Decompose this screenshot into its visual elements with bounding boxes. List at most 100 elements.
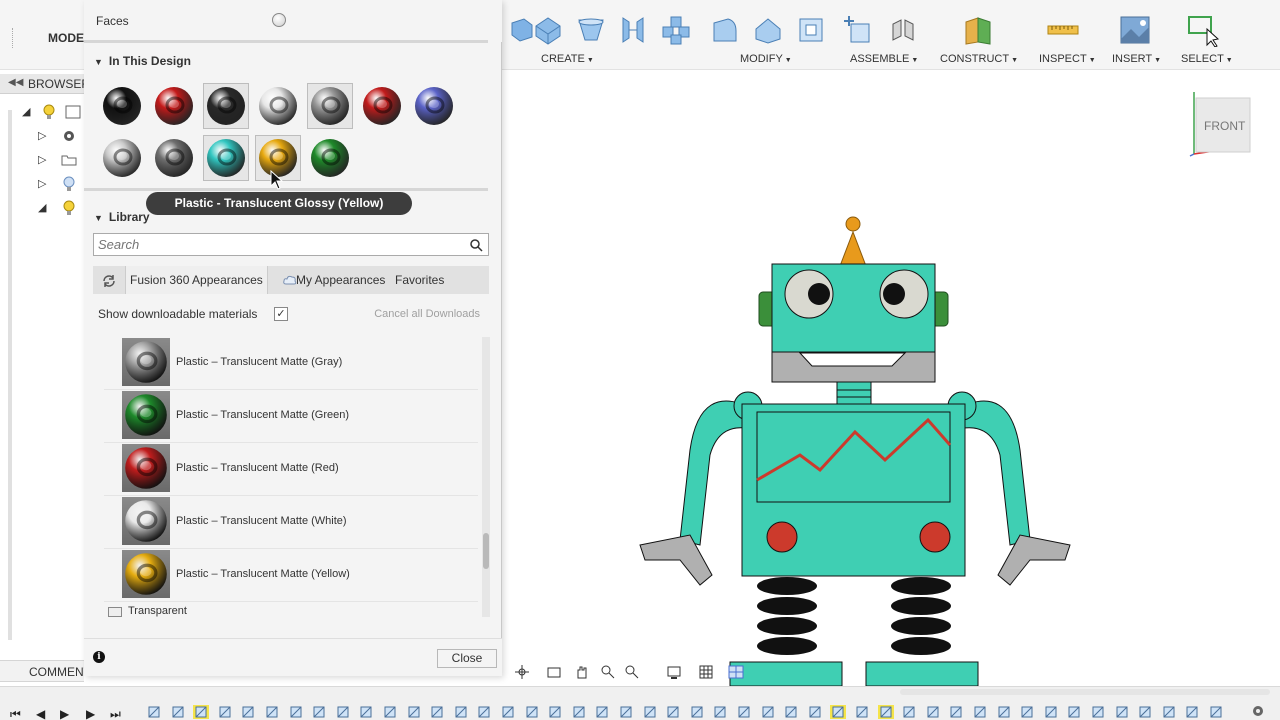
timeline-previous-button[interactable]: ◀ [36,707,45,720]
expand-triangle-icon[interactable]: ▷ [38,177,46,190]
timeline-feature-icon[interactable] [358,705,374,719]
3d-viewport[interactable] [502,70,1280,687]
timeline-feature-icon[interactable] [807,705,823,719]
create-sweep-icon[interactable] [573,12,609,48]
timeline-feature-icon[interactable] [712,705,728,719]
timeline-feature-icon[interactable] [311,705,327,719]
browser-node-bodies[interactable]: ◢ [20,198,84,218]
toolbar-grip[interactable] [12,28,14,48]
timeline-feature-icon[interactable] [996,705,1012,719]
timeline-next-button[interactable]: ▶ [86,707,95,720]
construct-menu[interactable]: CONSTRUCT ▼ [940,53,1018,65]
refresh-icon[interactable] [101,273,117,289]
create-loft-icon[interactable] [615,12,651,48]
material-list-item[interactable]: Plastic – Translucent Matte (Red) [104,443,478,496]
material-list-item[interactable]: Plastic – Translucent Matte (Gray) [104,337,478,390]
timeline-feature-icon[interactable] [1043,705,1059,719]
pan-icon[interactable] [574,664,590,680]
browser-node-document-settings[interactable]: ▷ [20,126,84,146]
swatch-green[interactable] [307,135,353,181]
timeline-feature-icon[interactable] [854,705,870,719]
viewports-icon[interactable] [728,664,744,680]
timeline-feature-icon[interactable] [594,705,610,719]
timeline-feature-icon[interactable] [760,705,776,719]
swatch-black-glossy[interactable] [99,83,145,129]
browser-root-node[interactable]: ◢ [20,102,84,122]
modify-fillet-icon[interactable] [707,12,743,48]
in-this-design-header[interactable]: ▼ In This Design [94,54,191,68]
timeline-feature-icon[interactable] [547,705,563,719]
timeline-feature-icon[interactable] [288,705,304,719]
collapse-browser-icon[interactable]: ◀◀ [8,77,23,88]
workspace-mode-label[interactable]: MODE [48,31,84,45]
timeline-feature-icon[interactable] [240,705,256,719]
assemble-joint-icon[interactable] [885,12,921,48]
browser-scrollbar[interactable] [8,110,12,640]
construct-plane-icon[interactable] [960,12,996,48]
material-list-item[interactable]: Plastic – Translucent Matte (Yellow) [104,549,478,602]
timeline-feature-icon[interactable] [665,705,681,719]
timeline-feature-icon[interactable] [453,705,469,719]
expand-triangle-icon[interactable]: ▷ [38,153,46,166]
timeline-feature-icon[interactable] [736,705,752,719]
scrollbar-thumb[interactable] [483,533,489,569]
orbit-icon[interactable] [514,664,530,680]
timeline-feature-icon[interactable] [1090,705,1106,719]
robot-model[interactable] [502,70,1280,687]
timeline-first-button[interactable]: ⏮ [10,707,21,720]
modify-menu[interactable]: MODIFY ▼ [740,53,792,65]
timeline-feature-icon[interactable] [1208,705,1224,719]
select-menu[interactable]: SELECT ▼ [1181,53,1233,65]
create-revolve-icon[interactable] [530,12,566,48]
search-icon[interactable] [469,238,483,252]
timeline-feature-icon[interactable] [476,705,492,719]
timeline-feature-icon[interactable] [925,705,941,719]
lightbulb-off-icon[interactable] [60,175,78,193]
expand-triangle-icon[interactable]: ▷ [38,129,46,142]
look-at-icon[interactable] [546,664,562,680]
show-downloadable-checkbox[interactable]: ✓ [274,307,288,321]
timeline-feature-icon[interactable] [972,705,988,719]
transparent-folder-item[interactable]: Transparent [128,605,187,617]
collapse-triangle-icon[interactable]: ▼ [94,213,103,223]
display-settings-icon[interactable] [666,664,682,680]
timeline-feature-icon[interactable] [642,705,658,719]
lightbulb-icon[interactable] [60,199,78,217]
timeline-feature-icon[interactable] [1019,705,1035,719]
timeline-feature-icon[interactable] [830,705,847,719]
comments-header[interactable]: COMMENT [0,660,91,682]
timeline-feature-icon[interactable] [264,705,280,719]
inspect-menu[interactable]: INSPECT ▼ [1039,53,1096,65]
timeline-feature-icon[interactable] [571,705,587,719]
zoom-icon[interactable] [600,664,616,680]
timeline-feature-icon[interactable] [170,705,186,719]
create-menu[interactable]: CREATE ▼ [541,53,594,65]
timeline-feature-icon[interactable] [901,705,917,719]
timeline-feature-icon[interactable] [500,705,516,719]
modify-chamfer-icon[interactable] [750,12,786,48]
collapse-triangle-icon[interactable]: ◢ [38,201,46,214]
modify-shell-icon[interactable] [793,12,829,48]
timeline-feature-icon[interactable] [689,705,705,719]
close-button[interactable]: Close [437,649,497,668]
insert-canvas-icon[interactable] [1117,12,1153,48]
browser-header[interactable]: ◀◀ BROWSER [0,74,90,94]
timeline-feature-icon[interactable] [217,705,233,719]
select-window-icon[interactable] [1186,12,1222,48]
viewcube-front-label[interactable]: FRONT [1204,119,1245,133]
fit-icon[interactable] [624,664,640,680]
insert-menu[interactable]: INSERT ▼ [1112,53,1161,65]
swatch-gray[interactable] [307,83,353,129]
assemble-menu[interactable]: ASSEMBLE ▼ [850,53,918,65]
tab-fusion-appearances[interactable]: Fusion 360 Appearances [125,266,268,294]
search-input[interactable] [98,236,458,253]
collapse-triangle-icon[interactable]: ◢ [22,105,30,118]
inspect-measure-icon[interactable] [1045,12,1081,48]
timeline-feature-icon[interactable] [193,705,210,719]
material-list-scrollbar[interactable] [482,337,490,617]
library-search-box[interactable] [93,233,489,256]
swatch-black-matte[interactable] [203,83,249,129]
assemble-new-component-icon[interactable] [841,12,877,48]
timeline-feature-icon[interactable] [877,705,894,719]
collapse-triangle-icon[interactable]: ▼ [94,57,103,67]
